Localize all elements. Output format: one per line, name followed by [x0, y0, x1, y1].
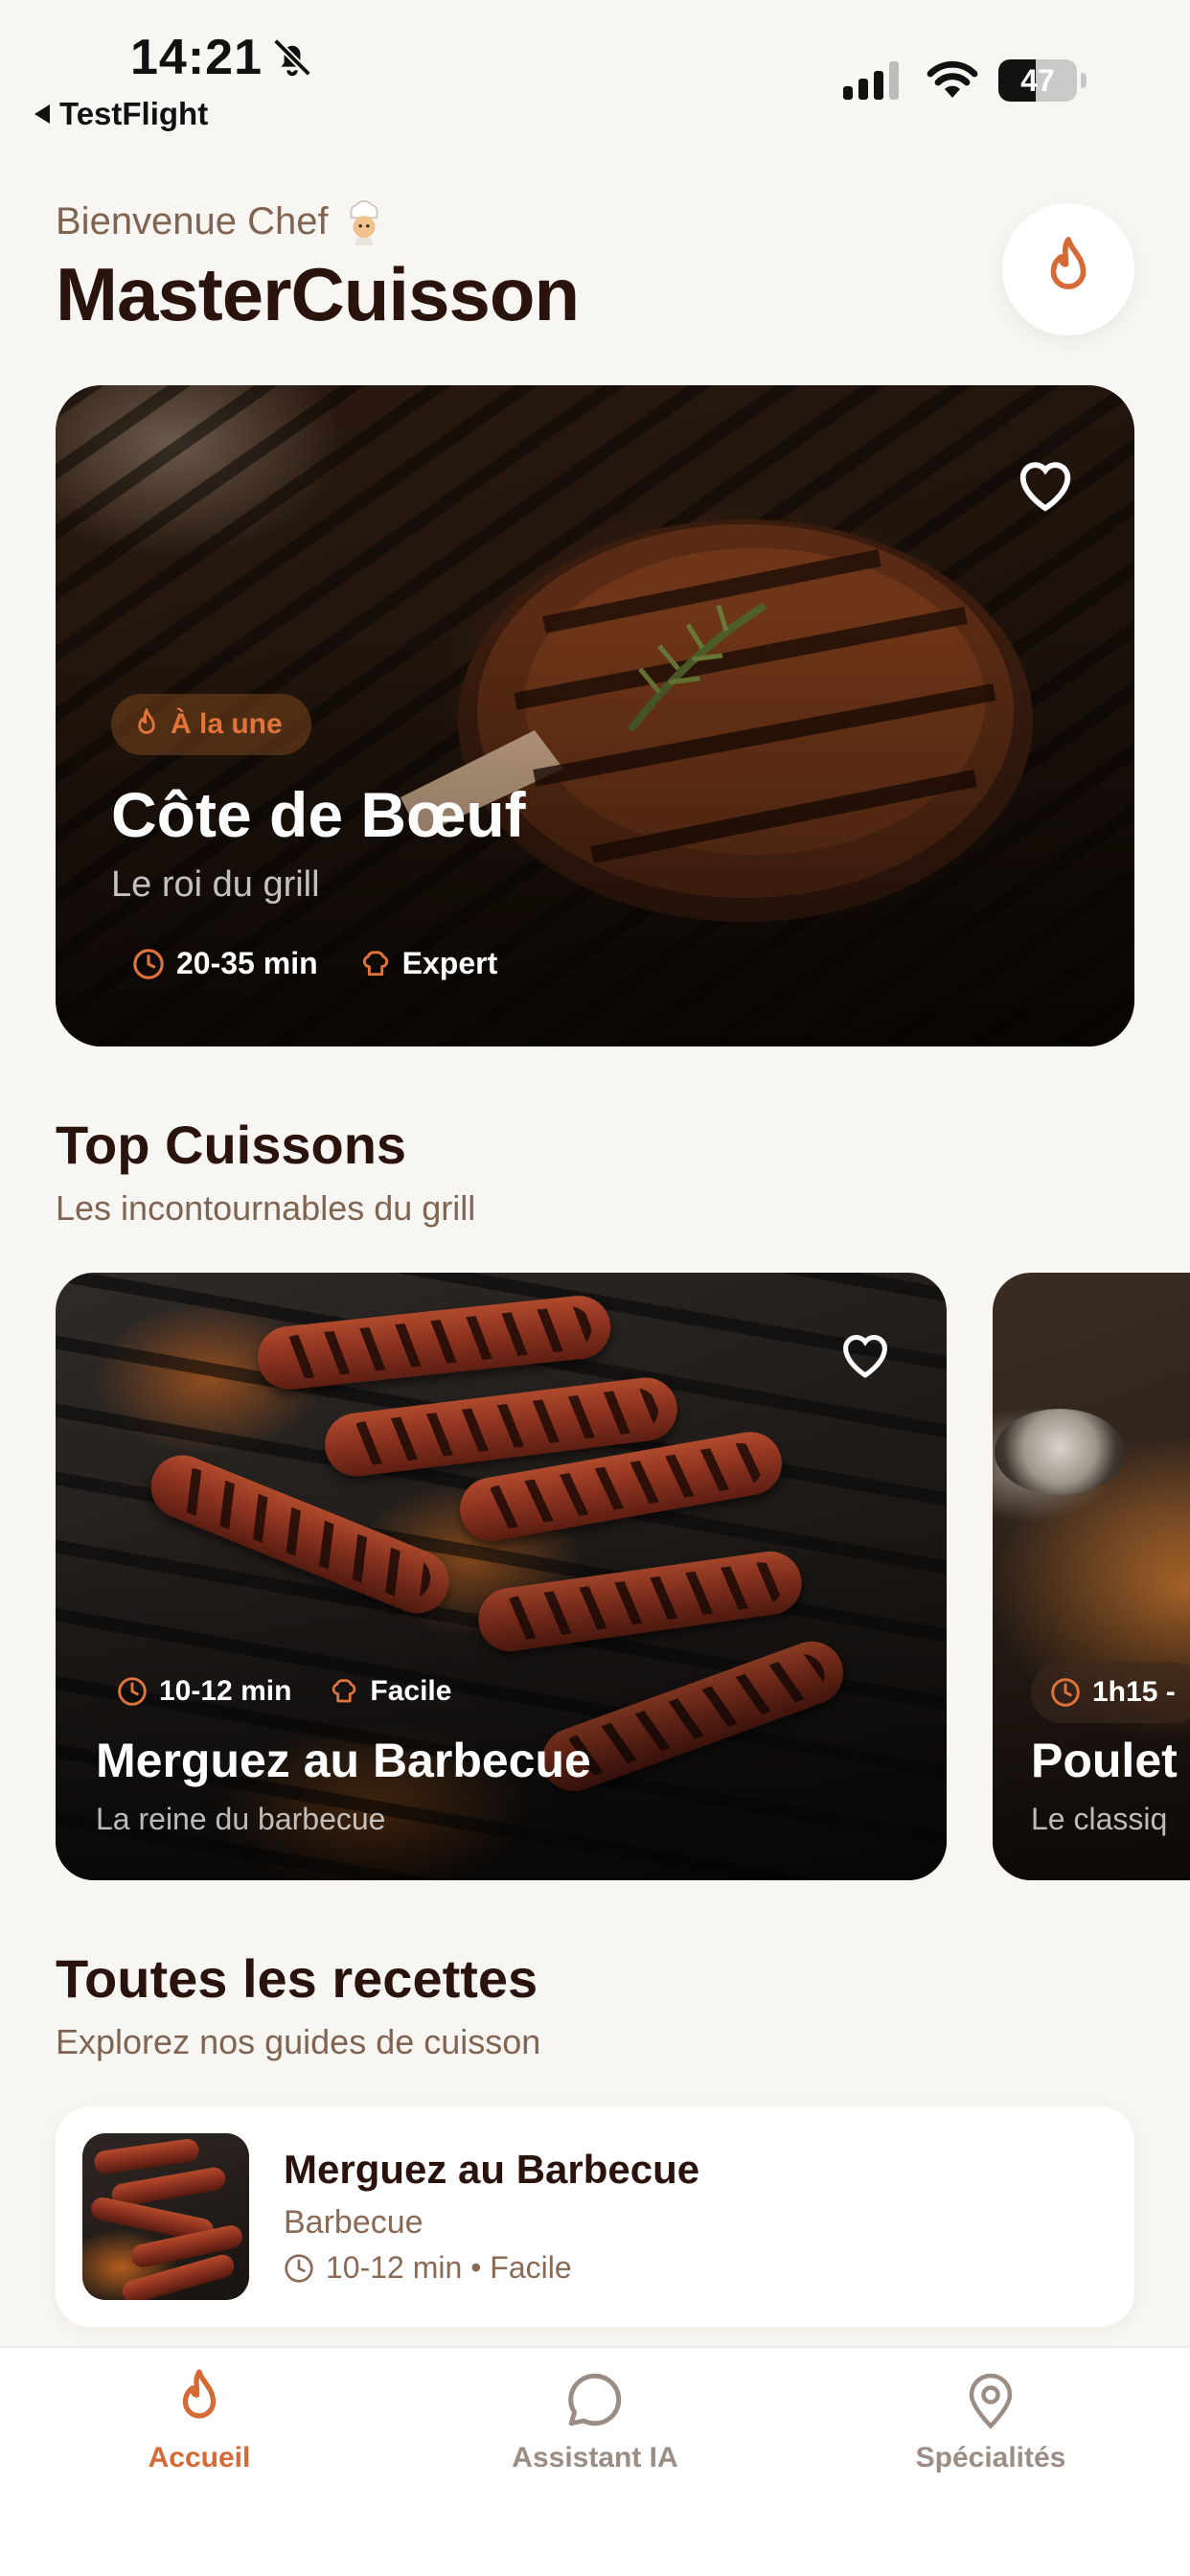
welcome-label: Bienvenue Chef: [56, 199, 329, 242]
chef-emoji-icon: [349, 200, 378, 245]
battery-percent: 47: [1020, 63, 1055, 98]
status-time: 14:21: [130, 30, 263, 85]
chef-hat-icon: [332, 1679, 356, 1703]
recipe-list-item[interactable]: Merguez au Barbecue Barbecue 10-12 min •…: [56, 2106, 1134, 2327]
featured-badge-label: À la une: [171, 708, 283, 740]
bell-slash-icon: [273, 38, 311, 77]
flame-icon: [182, 2369, 217, 2419]
sausage-image: [92, 2137, 201, 2175]
card-gradient: [993, 1273, 1190, 1880]
top-section-subtitle: Les incontournables du grill: [56, 1188, 476, 1228]
cellular-signal-icon: [843, 61, 899, 100]
top-card-time-label: 10-12 min: [159, 1675, 292, 1707]
app-title: MasterCuisson: [56, 252, 580, 336]
featured-subtitle: Le roi du grill: [111, 864, 320, 905]
featured-difficulty: Expert: [360, 946, 498, 981]
back-app-label: TestFlight: [59, 96, 209, 131]
recipe-meta: 10-12 min • Facile: [284, 2250, 572, 2286]
chef-hat-icon: [362, 950, 388, 976]
top-card-subtitle: La reine du barbecue: [96, 1802, 386, 1836]
flame-icon: [1050, 237, 1087, 289]
featured-time: 20-35 min: [132, 946, 318, 981]
top-card-time: 1h15 -: [1031, 1662, 1190, 1723]
top-card-title: Poulet: [1031, 1734, 1178, 1787]
map-pin-icon: [969, 2373, 1013, 2429]
recipe-meta-label: 10-12 min • Facile: [326, 2250, 572, 2285]
top-cuissons-carousel[interactable]: 10-12 min Facile Merguez au Barbecue La …: [56, 1273, 1190, 1882]
featured-title: Côte de Bœuf: [111, 779, 526, 850]
card-gradient: [56, 1273, 947, 1880]
top-card-difficulty: Facile: [330, 1675, 451, 1708]
recipes-section-subtitle: Explorez nos guides de cuisson: [56, 2022, 541, 2061]
featured-time-label: 20-35 min: [176, 946, 318, 980]
flame-button[interactable]: [1002, 203, 1134, 335]
top-card-merguez[interactable]: 10-12 min Facile Merguez au Barbecue La …: [56, 1273, 947, 1880]
recipe-name: Merguez au Barbecue: [284, 2147, 700, 2192]
tab-assistant-label: Assistant IA: [512, 2442, 678, 2473]
top-card-time-label: 1h15 -: [1092, 1676, 1176, 1708]
tab-accueil-label: Accueil: [148, 2442, 251, 2473]
clock-icon: [118, 1677, 147, 1706]
top-card-time: 10-12 min: [117, 1675, 291, 1708]
clock-icon: [133, 948, 164, 979]
featured-recipe-card[interactable]: À la une Côte de Bœuf Le roi du grill 20…: [56, 385, 1134, 1046]
tab-specialites-label: Spécialités: [915, 2442, 1066, 2473]
recipe-thumbnail: [82, 2133, 249, 2300]
clock-icon: [1051, 1678, 1080, 1707]
top-card-title: Merguez au Barbecue: [96, 1734, 591, 1787]
welcome-text: Bienvenue Chef: [56, 197, 386, 245]
tab-accueil[interactable]: Accueil: [56, 2367, 343, 2501]
battery-indicator: 47: [998, 59, 1087, 102]
flame-icon: [138, 708, 155, 734]
favorite-heart-icon[interactable]: [835, 1326, 895, 1380]
top-section-title: Top Cuissons: [56, 1115, 407, 1175]
battery-nub: [1081, 73, 1087, 88]
recipes-section-title: Toutes les recettes: [56, 1948, 538, 2009]
recipe-category: Barbecue: [284, 2204, 423, 2241]
favorite-heart-icon[interactable]: [1012, 452, 1079, 514]
home-indicator: [397, 2540, 793, 2553]
chat-bubble-icon: [568, 2373, 622, 2426]
featured-meta: 20-35 min Expert: [132, 946, 497, 981]
back-to-testflight[interactable]: TestFlight: [34, 96, 208, 132]
wifi-icon: [927, 60, 978, 98]
top-card-difficulty-label: Facile: [370, 1675, 452, 1707]
status-bar: 14:21 TestFlight 47: [0, 0, 1190, 144]
featured-difficulty-label: Expert: [401, 946, 498, 980]
top-card-subtitle: Le classiq: [1031, 1802, 1168, 1836]
back-arrow-icon: [34, 104, 50, 124]
featured-badge: À la une: [111, 694, 311, 755]
clock-icon: [285, 2253, 313, 2283]
top-card-poulet[interactable]: 1h15 - Poulet Le classiq: [993, 1273, 1190, 1880]
tab-assistant-ia[interactable]: Assistant IA: [451, 2367, 739, 2501]
tab-specialites[interactable]: Spécialités: [847, 2367, 1134, 2501]
top-card-meta: 10-12 min Facile: [117, 1675, 451, 1708]
